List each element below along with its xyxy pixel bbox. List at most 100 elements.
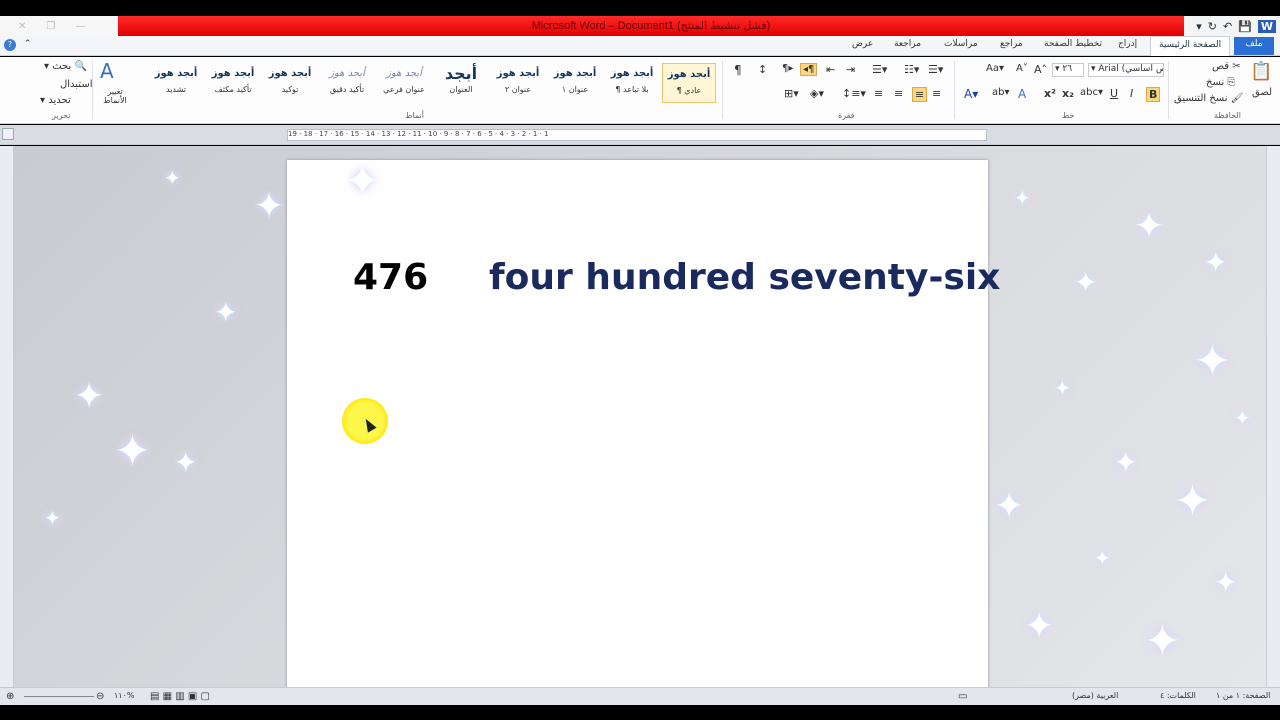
help-icon[interactable]: ? bbox=[4, 39, 16, 51]
style-name: عنوان ٢ bbox=[504, 85, 532, 94]
style-item[interactable]: أبجد هوز تأكيد دقيق bbox=[320, 63, 374, 103]
language-status[interactable]: العربية (مصر) bbox=[1072, 691, 1118, 700]
sparkle-icon: ✦ bbox=[174, 446, 198, 479]
font-size-select[interactable]: ▾ ٢٦ bbox=[1052, 63, 1084, 77]
change-styles-button[interactable]: تغيير الأنماط bbox=[100, 87, 130, 105]
close-window-icon[interactable]: ✕ bbox=[18, 21, 26, 32]
status-bar: ⊕ ⊖ ١١٠% ▤ ▦ ▥ ▣ ▢ ▭ العربية (مصر) الكلم… bbox=[0, 687, 1280, 705]
borders-icon[interactable]: ⊞▾ bbox=[784, 87, 799, 100]
style-preview: أبجد هوز bbox=[553, 68, 597, 79]
vertical-scrollbar[interactable] bbox=[1266, 146, 1280, 687]
style-item[interactable]: أبجد هوز تشديد bbox=[149, 63, 203, 103]
style-preview: أبجد bbox=[444, 64, 478, 83]
sparkle-icon: ✦ bbox=[74, 376, 105, 417]
replace-button[interactable]: استبدال bbox=[60, 79, 93, 90]
style-item[interactable]: أبجد هوز توكيد bbox=[263, 63, 317, 103]
ribbon-minimize-icon[interactable]: ⌃ bbox=[24, 39, 32, 49]
multilevel-list-icon[interactable]: ☰▾ bbox=[872, 63, 887, 76]
subscript-icon[interactable]: x₂ bbox=[1062, 87, 1074, 100]
increase-indent-icon[interactable]: ⇥ bbox=[846, 63, 855, 76]
show-formatting-icon[interactable]: ¶ bbox=[734, 63, 742, 77]
paragraph-group-label: فقرة bbox=[838, 111, 855, 120]
change-case-icon[interactable]: Aa▾ bbox=[986, 63, 1004, 74]
editing-group-label: تحرير bbox=[52, 111, 71, 120]
minimize-window-icon[interactable]: — bbox=[75, 21, 85, 32]
tab-review[interactable]: مراجعة bbox=[894, 39, 921, 49]
zoom-out-icon[interactable]: ⊖ bbox=[96, 691, 104, 702]
clear-formatting-icon[interactable]: x² bbox=[1044, 87, 1056, 100]
tab-mailings[interactable]: مراسلات bbox=[944, 39, 978, 49]
tab-references[interactable]: مراجع bbox=[1000, 39, 1023, 49]
zoom-level[interactable]: ١١٠% bbox=[114, 691, 135, 700]
quick-access-toolbar: ▾ ↻ ↶ 💾 W bbox=[1184, 16, 1280, 36]
undo-icon[interactable]: ↶ bbox=[1223, 20, 1232, 33]
highlight-icon[interactable]: ab▾ bbox=[992, 87, 1010, 98]
style-item[interactable]: أبجد هوز عنوان ١ bbox=[548, 63, 602, 103]
rtl-icon[interactable]: ◂¶ bbox=[800, 63, 818, 76]
format-painter-button[interactable]: نسخ التنسيق 🖌 bbox=[1174, 93, 1243, 104]
style-item[interactable]: أبجد العنوان bbox=[434, 63, 488, 103]
change-styles-icon: A bbox=[100, 59, 114, 83]
font-color-icon[interactable]: A▾ bbox=[964, 87, 978, 101]
sparkle-icon: ✦ bbox=[1134, 206, 1165, 247]
strikethrough-icon[interactable]: abc▾ bbox=[1080, 87, 1103, 98]
tab-page-layout[interactable]: تخطيط الصفحة bbox=[1044, 39, 1102, 49]
select-button[interactable]: ▾ تحديد bbox=[40, 95, 71, 106]
zoom-slider[interactable] bbox=[24, 696, 94, 697]
copy-button[interactable]: نسخ ⎘ bbox=[1206, 77, 1235, 88]
align-left-icon[interactable]: ≡ bbox=[894, 87, 903, 100]
zoom-in-icon[interactable]: ⊕ bbox=[6, 691, 14, 702]
style-item[interactable]: أبجد هوز ¶ عادي bbox=[662, 63, 716, 103]
tab-selector[interactable] bbox=[2, 128, 14, 140]
ruler-scale[interactable]: 19 · 18 · 17 · 16 · 15 · 14 · 13 · 12 · … bbox=[287, 129, 987, 141]
sparkle-icon: ✦ bbox=[1054, 376, 1071, 400]
paste-icon[interactable]: 📋 bbox=[1250, 61, 1272, 82]
macro-record-icon[interactable]: ▭ bbox=[958, 691, 967, 702]
page-count-status[interactable]: الصفحة: ١ من ١ bbox=[1216, 691, 1270, 700]
decrease-indent-icon[interactable]: ⇤ bbox=[826, 63, 835, 76]
style-name: العنوان bbox=[449, 85, 473, 94]
style-item[interactable]: أبجد هوز عنوان ٢ bbox=[491, 63, 545, 103]
find-button[interactable]: ▾ بحث 🔍 bbox=[44, 61, 87, 72]
shading-icon[interactable]: ◈▾ bbox=[810, 87, 824, 100]
underline-icon[interactable]: U bbox=[1110, 87, 1118, 100]
sparkle-icon: ✦ bbox=[254, 186, 285, 227]
line-spacing-icon[interactable]: ↕≡▾ bbox=[842, 87, 866, 100]
paste-button[interactable]: لصق bbox=[1252, 87, 1272, 98]
sparkle-icon: ✦ bbox=[994, 486, 1025, 527]
tab-file[interactable]: ملف bbox=[1234, 37, 1274, 55]
bold-icon[interactable]: B bbox=[1146, 87, 1161, 102]
save-icon[interactable]: 💾 bbox=[1238, 20, 1252, 33]
document-page[interactable]: 476 four hundred seventy-six bbox=[287, 160, 1000, 687]
italic-icon[interactable]: I bbox=[1130, 87, 1133, 100]
text-effects-icon[interactable]: A bbox=[1018, 87, 1026, 101]
ribbon: ▾ بحث 🔍 استبدال ▾ تحديد تحرير A تغيير ال… bbox=[0, 57, 1280, 124]
word-count-status[interactable]: الكلمات: ٤ bbox=[1160, 691, 1196, 700]
tab-home[interactable]: الصفحة الرئيسية bbox=[1150, 36, 1231, 56]
justify-icon[interactable]: ≡ bbox=[874, 87, 883, 100]
sparkle-icon: ✦ bbox=[1024, 606, 1055, 647]
ltr-icon[interactable]: ¶▸ bbox=[782, 63, 793, 74]
restore-window-icon[interactable]: ❐ bbox=[46, 21, 55, 32]
tab-insert[interactable]: إدراج bbox=[1118, 39, 1137, 49]
grow-font-icon[interactable]: A˄ bbox=[1034, 63, 1047, 76]
font-name-select[interactable]: ▾ Arial (نص أساسي) bbox=[1088, 63, 1164, 77]
bullets-icon[interactable]: ☰▾ bbox=[928, 63, 943, 76]
style-name: توكيد bbox=[281, 85, 299, 94]
sparkle-icon: ✦ bbox=[214, 296, 238, 329]
numbering-icon[interactable]: ☷▾ bbox=[904, 63, 919, 76]
center-icon[interactable]: ≡ bbox=[932, 87, 941, 100]
redo-icon[interactable]: ↻ bbox=[1208, 20, 1217, 33]
style-item[interactable]: أبجد هوز تأكيد مكثف bbox=[206, 63, 260, 103]
style-item[interactable]: أبجد هوز عنوان فرعي bbox=[377, 63, 431, 103]
customize-toolbar-icon[interactable]: ▾ bbox=[1196, 20, 1202, 33]
view-buttons-icon[interactable]: ▤ ▦ ▥ ▣ ▢ bbox=[150, 691, 210, 702]
tab-view[interactable]: عرض bbox=[852, 39, 873, 49]
align-right-icon[interactable]: ≡ bbox=[912, 87, 928, 102]
sort-icon[interactable]: ↕ bbox=[758, 63, 767, 76]
cut-button[interactable]: قص ✂ bbox=[1212, 61, 1241, 72]
style-item[interactable]: أبجد هوز ¶ بلا تباعد bbox=[605, 63, 659, 103]
style-preview: أبجد هوز bbox=[610, 68, 654, 79]
shrink-font-icon[interactable]: A˅ bbox=[1016, 63, 1028, 74]
sparkle-icon: ✦ bbox=[1174, 476, 1211, 527]
